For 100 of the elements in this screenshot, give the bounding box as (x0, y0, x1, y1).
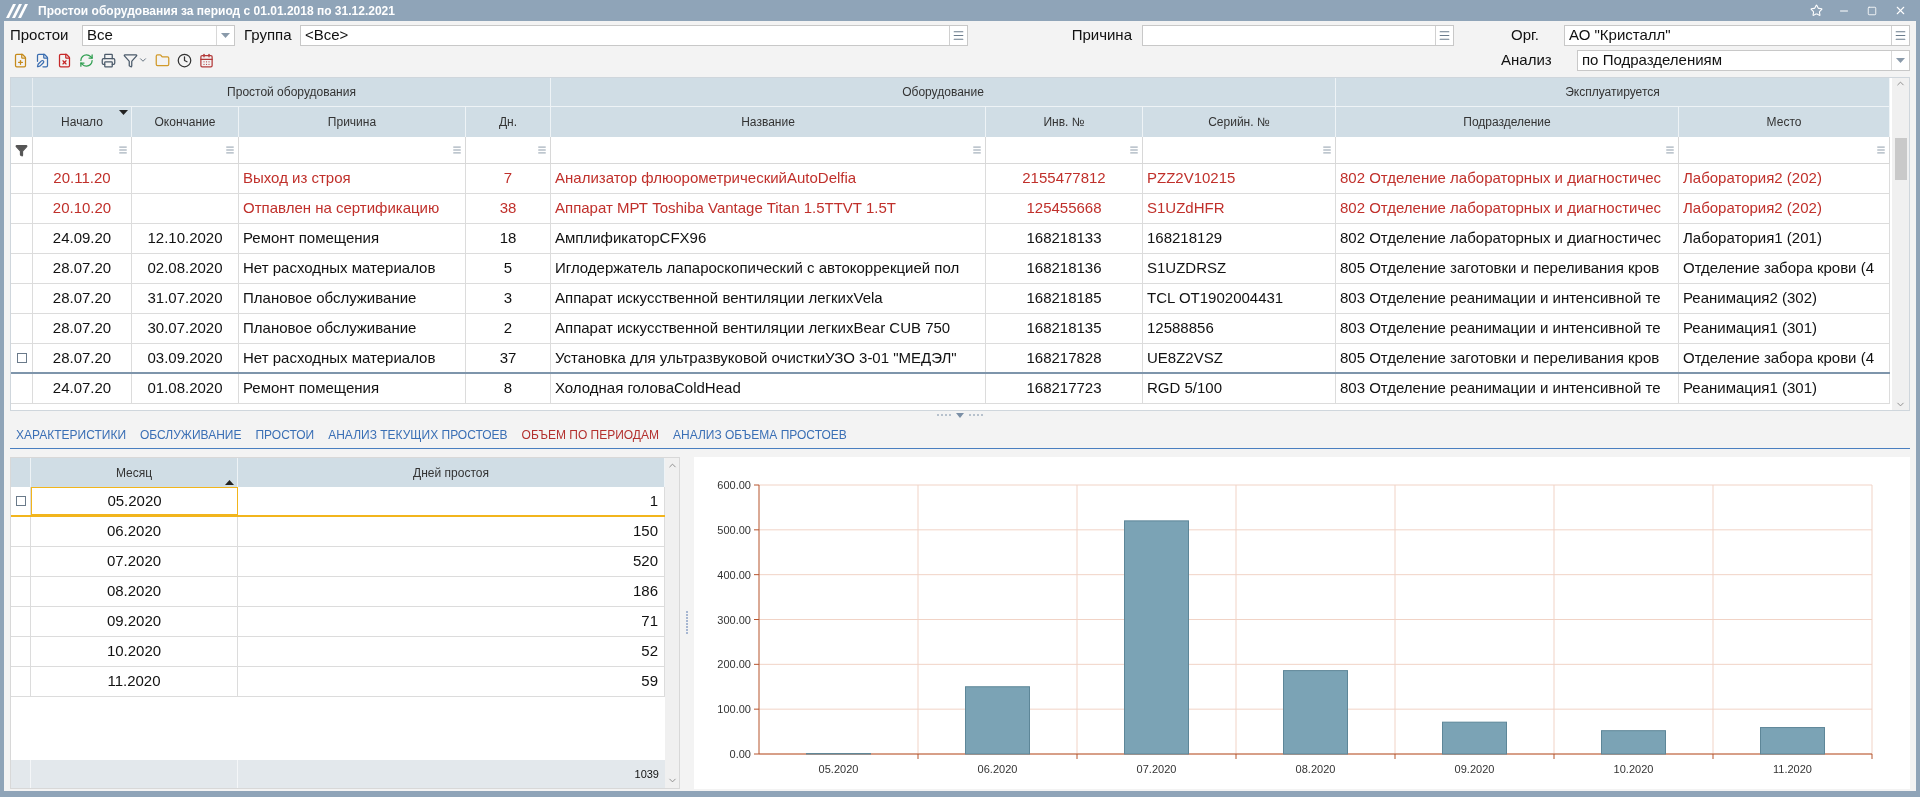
table-cell: Ремонт помещения (239, 224, 466, 253)
table-cell: 28.07.20 (33, 254, 132, 283)
table-cell: 12588856 (1143, 314, 1336, 343)
axis-tick-label: 08.2020 (1295, 763, 1336, 775)
axis-tick-label: 100.00 (717, 703, 751, 716)
tab[interactable]: ОБСЛУЖИВАНИЕ (140, 425, 242, 444)
table-cell: Анализатор флюорометрическийAutoDelfia (551, 164, 986, 193)
table-row[interactable]: 20.10.20 Отпавлен на сертификацию 38 Аппарат МРТ Toshiba Vantage Titan 1.5TTVT 1.5T 125455668 S1UZdHFR 802 Отделение лабораторных и диагностичес Лаборатория2 (202) (11, 194, 1890, 224)
tab[interactable]: ХАРАКТЕРИСТИКИ (16, 425, 126, 444)
table-cell: 805 Отделение заготовки и переливания кров (1336, 344, 1679, 372)
table-cell: 12.10.2020 (132, 224, 239, 253)
table-cell: 01.08.2020 (132, 374, 239, 403)
table-row[interactable]: 24.07.20 01.08.2020 Ремонт помещения 8 Холодная головаColdHead 168217723 RGD 5/100 803 Отделение реанимации и интенсивной те Реанимация1 (301) (11, 374, 1890, 404)
tab[interactable]: АНАЛИЗ ОБЪЕМА ПРОСТОЕВ (673, 425, 847, 444)
axis-tick-label: 10.2020 (1613, 763, 1654, 775)
table-row[interactable]: 20.11.20 Выход из строя 7 Анализатор флюорометрическийAutoDelfia 2155477812 PZZ2V10215 802 Отделение лабораторных и диагностичес Лаборатория2 (202) (11, 164, 1890, 194)
table-row[interactable]: 28.07.20 02.08.2020 Нет расходных материалов 5 Иглодержатель лапароскопический с автокоррекцией пол 168218136 S1UZDRSZ 805 Отделение заготовки и переливания кров Отделение забора крови (4 (11, 254, 1890, 284)
axis-tick-label: 300.00 (717, 613, 751, 626)
dropdown-field[interactable]: Все (82, 24, 235, 46)
field-label: Группа (243, 24, 293, 45)
table-cell: TCL OT1902004431 (1143, 284, 1336, 313)
table-cell: 2 (466, 314, 551, 343)
table-cell: 168218136 (986, 254, 1143, 283)
table-row[interactable]: 28.07.20 03.09.2020 Нет расходных материалов 37 Установка для ультразвуковой очисткиУЗО 3-01 "МЕДЭЛ" 168217828 UE8Z2VSZ 805 Отделение заготовки и переливания кров Отделение забора крови (4 (11, 344, 1890, 374)
table-cell: 06.2020 (31, 517, 238, 546)
table-cell: 168217723 (986, 374, 1143, 403)
table-row[interactable]: 08.2020 186 (11, 577, 665, 607)
table-cell: S1UZDRSZ (1143, 254, 1336, 283)
column-header[interactable]: Название (551, 107, 986, 137)
table-cell: PZZ2V10215 (1143, 164, 1336, 193)
dropdown-field[interactable]: по Подразделениям (1577, 49, 1910, 71)
table-row[interactable]: 05.2020 1 (11, 487, 665, 517)
axis-tick-label: 400.00 (717, 568, 751, 581)
table-row[interactable]: 28.07.20 30.07.2020 Плановое обслуживание 2 Аппарат искусственной вентиляции легкихBear CUB 750 168218135 12588856 803 Отделение реанимации и интенсивной те Реанимация1 (301) (11, 314, 1890, 344)
table-cell: 168218135 (986, 314, 1143, 343)
input-field[interactable]: <Все> (300, 24, 968, 46)
table-row[interactable]: 28.07.20 31.07.2020 Плановое обслуживание 3 Аппарат искусственной вентиляции легкихVela 168218185 TCL OT1902004431 803 Отделение реанимации и интенсивной те Реанимация2 (302) (11, 284, 1890, 314)
table-cell: RGD 5/100 (1143, 374, 1336, 403)
table-cell: 168218133 (986, 224, 1143, 253)
table-cell: 802 Отделение лабораторных и диагностичес (1336, 164, 1679, 193)
column-header[interactable]: Инв. № (986, 107, 1143, 137)
table-cell: 18 (466, 224, 551, 253)
table-cell: Отделение забора крови (4 (1679, 344, 1890, 372)
table-cell: UE8Z2VSZ (1143, 344, 1336, 372)
table-cell: 20.10.20 (33, 194, 132, 223)
column-header[interactable]: Месяц (31, 458, 238, 487)
table-cell: Отделение забора крови (4 (1679, 254, 1890, 283)
tab[interactable]: АНАЛИЗ ТЕКУЩИХ ПРОСТОЕВ (328, 425, 508, 444)
axis-tick-label: 200.00 (717, 658, 751, 671)
table-cell: Ремонт помещения (239, 374, 466, 403)
axis-tick-label: 600.00 (717, 479, 751, 491)
table-cell: Отпавлен на сертификацию (239, 194, 466, 223)
column-header[interactable]: Дн. (466, 107, 551, 137)
column-header[interactable]: Подразделение (1336, 107, 1679, 137)
table-row[interactable]: 06.2020 150 (11, 517, 665, 547)
table-cell: 803 Отделение реанимации и интенсивной те (1336, 374, 1679, 403)
table-cell: 7 (466, 164, 551, 193)
table-cell: S1UZdHFR (1143, 194, 1336, 223)
tab[interactable]: ПРОСТОИ (255, 425, 315, 444)
axis-tick-label: 11.2020 (1773, 763, 1812, 775)
table-row[interactable]: 11.2020 59 (11, 667, 665, 697)
axis-tick-label: 07.2020 (1136, 763, 1177, 775)
table-row[interactable]: 10.2020 52 (11, 637, 665, 667)
axis-tick-label: 06.2020 (977, 763, 1018, 775)
table-row[interactable]: 07.2020 520 (11, 547, 665, 577)
table-row[interactable]: 09.2020 71 (11, 607, 665, 637)
column-header[interactable]: Причина (239, 107, 466, 137)
table-cell: 28.07.20 (33, 284, 132, 313)
tab[interactable]: ОБЪЕМ ПО ПЕРИОДАМ (521, 425, 659, 444)
table-row[interactable]: 24.09.20 12.10.2020 Ремонт помещения 18 АмплификаторCFX96 168218133 168218129 802 Отделение лабораторных и диагностичес Лаборатория1 (201) (11, 224, 1890, 254)
column-header[interactable]: Место (1679, 107, 1890, 137)
input-field[interactable]: АО "Кристалл" (1564, 24, 1910, 46)
table-cell: Иглодержатель лапароскопический с автокоррекцией пол (551, 254, 986, 283)
table-cell: 802 Отделение лабораторных и диагностичес (1336, 224, 1679, 253)
column-header[interactable]: Серийн. № (1143, 107, 1336, 137)
table-cell: Нет расходных материалов (239, 254, 466, 283)
table-cell: 5 (466, 254, 551, 283)
axis-tick-label: 0.00 (729, 748, 751, 760)
table-cell: 168217828 (986, 344, 1143, 372)
table-cell: 803 Отделение реанимации и интенсивной те (1336, 314, 1679, 343)
table-cell: 11.2020 (31, 667, 238, 696)
table-cell: 28.07.20 (33, 344, 132, 372)
table-cell: 20.11.20 (33, 164, 132, 193)
table-cell: Плановое обслуживание (239, 284, 466, 313)
table-cell: Нет расходных материалов (239, 344, 466, 372)
column-header[interactable]: Окончание (132, 107, 239, 137)
table-cell: 07.2020 (31, 547, 238, 576)
field-label: Анализ (1501, 49, 1553, 70)
table-cell: 30.07.2020 (132, 314, 239, 343)
column-header[interactable]: Начало (33, 107, 132, 137)
table-cell: 802 Отделение лабораторных и диагностичес (1336, 194, 1679, 223)
table-cell: Аппарат искусственной вентиляции легкихBear CUB 750 (551, 314, 986, 343)
field-label: Причина (1070, 24, 1133, 45)
table-cell: 37 (466, 344, 551, 372)
table-cell: Аппарат искусственной вентиляции легкихVela (551, 284, 986, 313)
table-cell: 02.08.2020 (132, 254, 239, 283)
table-cell: Аппарат МРТ Toshiba Vantage Titan 1.5TTVT 1.5T (551, 194, 986, 223)
table-cell: 31.07.2020 (132, 284, 239, 313)
table-cell: Реанимация2 (302) (1679, 284, 1890, 313)
table-cell: 803 Отделение реанимации и интенсивной те (1336, 284, 1679, 313)
